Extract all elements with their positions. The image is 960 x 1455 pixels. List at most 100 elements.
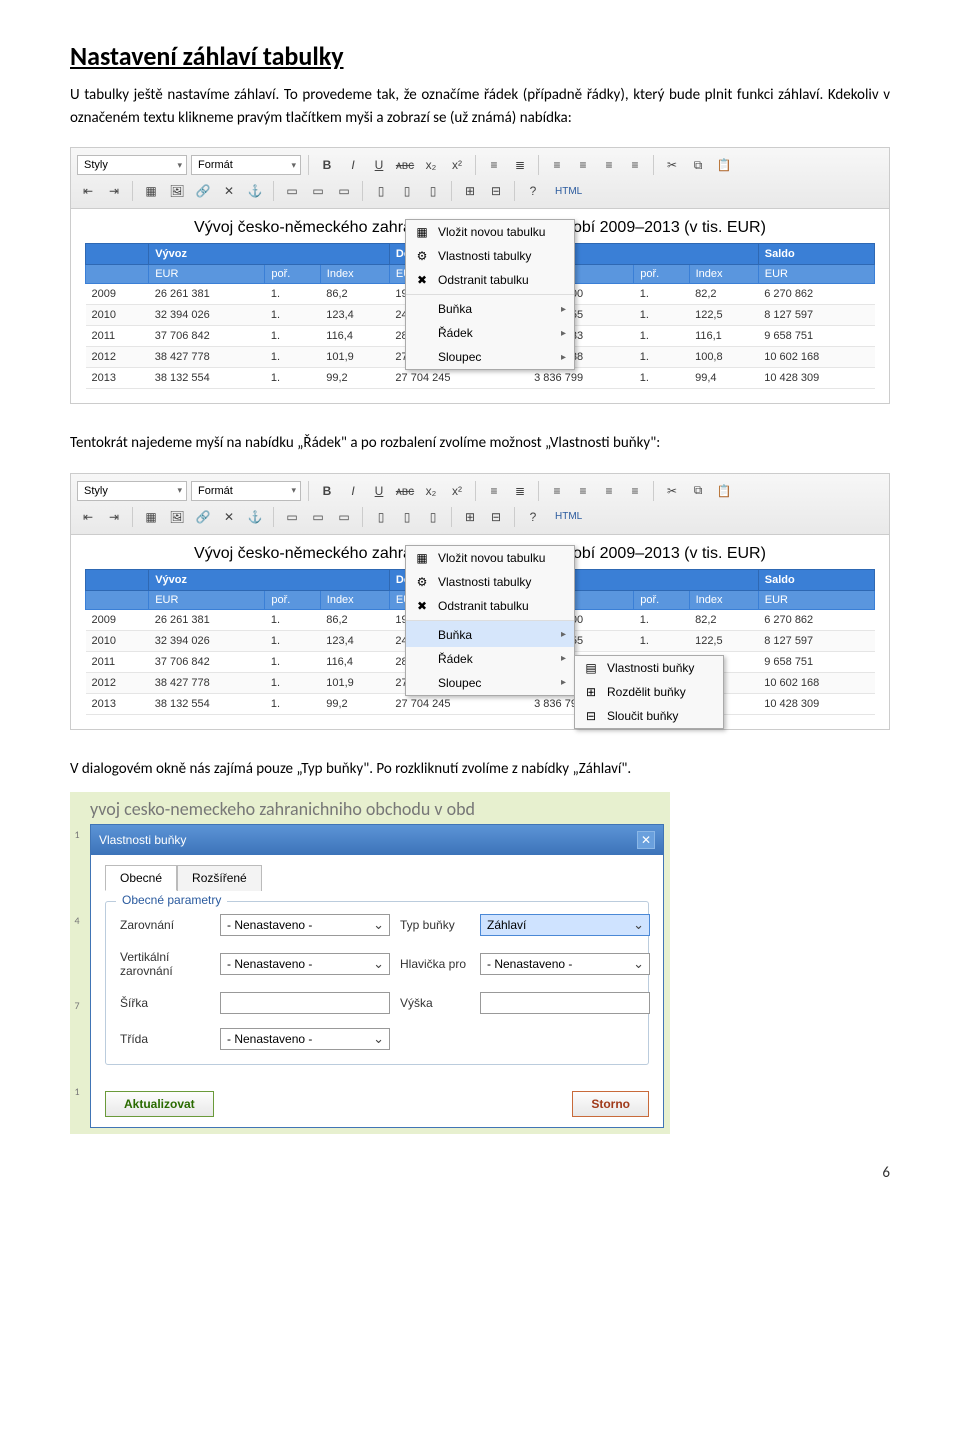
cell <box>506 368 529 389</box>
align-center-button[interactable]: ≡ <box>572 154 594 176</box>
cancel-button[interactable]: Storno <box>572 1091 649 1117</box>
align-center-button[interactable]: ≡ <box>572 480 594 502</box>
cell-type-select[interactable]: Záhlaví <box>480 914 650 936</box>
col-before-button[interactable]: ▯ <box>370 506 392 528</box>
outdent-button[interactable]: ⇤ <box>77 180 99 202</box>
align-right-button[interactable]: ≡ <box>598 154 620 176</box>
delete-col-button[interactable]: ▯ <box>422 180 444 202</box>
link-button[interactable]: 🔗 <box>192 180 214 202</box>
superscript-button[interactable]: x² <box>446 154 468 176</box>
image-button[interactable]: 🖼 <box>166 506 188 528</box>
merge-cell-button[interactable]: ⊟ <box>485 506 507 528</box>
underline-button[interactable]: U <box>368 154 390 176</box>
width-input[interactable] <box>220 992 390 1014</box>
submenu-cell-props[interactable]: ▤Vlastnosti buňky <box>575 656 723 680</box>
split-cell-button[interactable]: ⊞ <box>459 506 481 528</box>
anchor-button[interactable]: ⚓ <box>244 180 266 202</box>
merge-cell-button[interactable]: ⊟ <box>485 180 507 202</box>
superscript-button[interactable]: x² <box>446 480 468 502</box>
valign-select[interactable]: - Nenastaveno - <box>220 953 390 975</box>
outdent-button[interactable]: ⇤ <box>77 506 99 528</box>
strike-button[interactable]: ᴀʙᴄ <box>394 154 416 176</box>
ol-button[interactable]: ≣ <box>509 154 531 176</box>
menu-delete-table[interactable]: ✖Odstranit tabulku <box>406 268 574 292</box>
submenu-merge-cells[interactable]: ⊟Sloučit buňky <box>575 704 723 728</box>
align-select[interactable]: - Nenastaveno - <box>220 914 390 936</box>
strike-button[interactable]: ᴀʙᴄ <box>394 480 416 502</box>
align-left-button[interactable]: ≡ <box>546 154 568 176</box>
anchor-button[interactable]: ⚓ <box>244 506 266 528</box>
style-dropdown[interactable]: Styly <box>77 155 187 175</box>
dialog-titlebar[interactable]: Vlastnosti buňky ✕ <box>91 825 663 855</box>
table-button[interactable]: ▦ <box>140 180 162 202</box>
copy-button[interactable]: ⧉ <box>687 154 709 176</box>
indent-button[interactable]: ⇥ <box>103 180 125 202</box>
unlink-button[interactable]: ✕ <box>218 506 240 528</box>
italic-button[interactable]: I <box>342 154 364 176</box>
html-button[interactable]: HTML <box>548 180 589 202</box>
cut-button[interactable]: ✂ <box>661 480 683 502</box>
delete-col-button[interactable]: ▯ <box>422 506 444 528</box>
copy-button[interactable]: ⧉ <box>687 480 709 502</box>
separator <box>273 507 274 527</box>
unlink-button[interactable]: ✕ <box>218 180 240 202</box>
update-button[interactable]: Aktualizovat <box>105 1091 214 1117</box>
row-after-button[interactable]: ▭ <box>307 506 329 528</box>
menu-column[interactable]: Sloupec▸ <box>406 345 574 369</box>
tab-advanced[interactable]: Rozšířené <box>177 865 262 891</box>
col-after-button[interactable]: ▯ <box>396 180 418 202</box>
format-dropdown[interactable]: Formát <box>191 481 301 501</box>
indent-button[interactable]: ⇥ <box>103 506 125 528</box>
menu-cell[interactable]: Buňka▸ <box>406 620 574 647</box>
ul-button[interactable]: ≡ <box>483 154 505 176</box>
close-icon[interactable]: ✕ <box>637 831 655 849</box>
underline-button[interactable]: U <box>368 480 390 502</box>
menu-row[interactable]: Řádek▸ <box>406 647 574 671</box>
align-right-button[interactable]: ≡ <box>598 480 620 502</box>
menu-table-props[interactable]: ⚙Vlastnosti tabulky <box>406 570 574 594</box>
ol-button[interactable]: ≣ <box>509 480 531 502</box>
subscript-button[interactable]: x₂ <box>420 154 442 176</box>
table-button[interactable]: ▦ <box>140 506 162 528</box>
bold-button[interactable]: B <box>316 154 338 176</box>
menu-row[interactable]: Řádek▸ <box>406 321 574 345</box>
align-left-button[interactable]: ≡ <box>546 480 568 502</box>
italic-button[interactable]: I <box>342 480 364 502</box>
col-before-button[interactable]: ▯ <box>370 180 392 202</box>
help-button[interactable]: ? <box>522 180 544 202</box>
paste-button[interactable]: 📋 <box>713 480 735 502</box>
delete-row-button[interactable]: ▭ <box>333 506 355 528</box>
menu-insert-table[interactable]: ▦Vložit novou tabulku <box>406 220 574 244</box>
menu-column[interactable]: Sloupec▸ <box>406 671 574 695</box>
tab-general[interactable]: Obecné <box>105 865 177 891</box>
paste-button[interactable]: 📋 <box>713 154 735 176</box>
menu-cell[interactable]: Buňka▸ <box>406 294 574 321</box>
subscript-button[interactable]: x₂ <box>420 480 442 502</box>
image-button[interactable]: 🖼 <box>166 180 188 202</box>
menu-insert-table[interactable]: ▦Vložit novou tabulku <box>406 546 574 570</box>
html-button[interactable]: HTML <box>548 506 589 528</box>
link-button[interactable]: 🔗 <box>192 506 214 528</box>
align-justify-button[interactable]: ≡ <box>624 480 646 502</box>
format-dropdown[interactable]: Formát <box>191 155 301 175</box>
header-for-select[interactable]: - Nenastaveno - <box>480 953 650 975</box>
delete-row-button[interactable]: ▭ <box>333 180 355 202</box>
class-select[interactable]: - Nenastaveno - <box>220 1028 390 1050</box>
row-after-button[interactable]: ▭ <box>307 180 329 202</box>
cut-button[interactable]: ✂ <box>661 154 683 176</box>
style-dropdown[interactable]: Styly <box>77 481 187 501</box>
separator <box>514 181 515 201</box>
col-after-button[interactable]: ▯ <box>396 506 418 528</box>
cell: 38 427 778 <box>149 672 265 693</box>
menu-table-props[interactable]: ⚙Vlastnosti tabulky <box>406 244 574 268</box>
split-cell-button[interactable]: ⊞ <box>459 180 481 202</box>
row-before-button[interactable]: ▭ <box>281 506 303 528</box>
height-input[interactable] <box>480 992 650 1014</box>
menu-delete-table[interactable]: ✖Odstranit tabulku <box>406 594 574 618</box>
help-button[interactable]: ? <box>522 506 544 528</box>
submenu-split-cells[interactable]: ⊞Rozdělit buňky <box>575 680 723 704</box>
row-before-button[interactable]: ▭ <box>281 180 303 202</box>
bold-button[interactable]: B <box>316 480 338 502</box>
align-justify-button[interactable]: ≡ <box>624 154 646 176</box>
ul-button[interactable]: ≡ <box>483 480 505 502</box>
